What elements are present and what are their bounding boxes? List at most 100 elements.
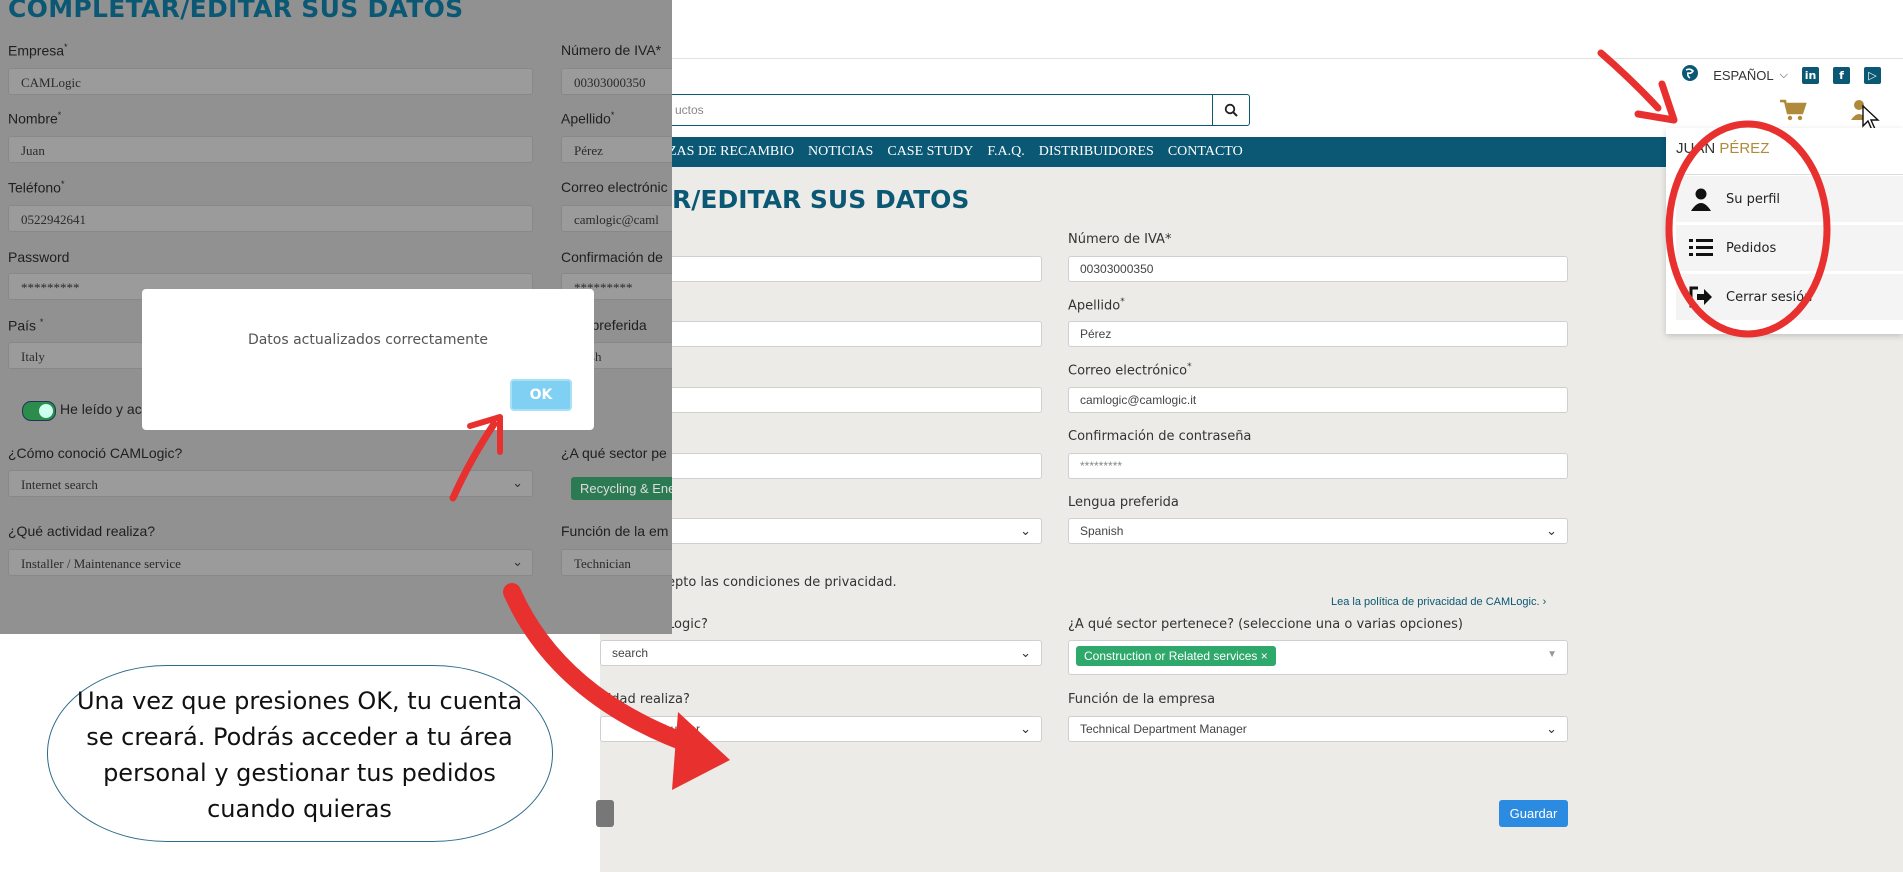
chevron-down-icon: ⌄ [1020, 523, 1031, 538]
zoom-role-label: Función de la em [561, 523, 669, 539]
logout-icon [1676, 286, 1726, 308]
divider [1676, 174, 1903, 175]
how-know-label: Logic? [667, 617, 708, 632]
zoom-confirm-label: Confirmación de [561, 249, 663, 265]
role-value: Technical Department Manager [1080, 722, 1247, 736]
zoom-howknow-label: ¿Cómo conoció CAMLogic? [8, 445, 183, 461]
privacy-toggle[interactable] [22, 401, 56, 421]
success-dialog: Datos actualizados correctamente OK [142, 289, 594, 430]
person-icon [1676, 187, 1726, 211]
email-label-text: Correo electrónico [1068, 363, 1188, 379]
user-first-name: JUAN [1676, 140, 1716, 157]
activity-select[interactable]: builder ⌄ [600, 716, 1042, 742]
zoom-company-field[interactable]: CAMLogic [8, 68, 533, 95]
sector-multiselect[interactable]: Construction or Related services × ▼ [1068, 640, 1568, 675]
success-message: Datos actualizados correctamente [247, 332, 489, 348]
zoom-activity-select[interactable]: Installer / Maintenance service ⌄ [8, 549, 533, 576]
language-label: ESPAÑOL [1713, 67, 1774, 83]
chevron-down-icon: ⌄ [1020, 645, 1031, 660]
facebook-icon[interactable]: f [1833, 66, 1850, 84]
user-last-name: PÉREZ [1719, 140, 1770, 157]
privacy-policy-link-text: Lea la política de privacidad de CAMLogi… [1331, 596, 1540, 608]
menu-item-profile[interactable]: Su perfil [1676, 176, 1903, 222]
menu-item-orders-label: Pedidos [1726, 240, 1777, 256]
zoom-company-label-text: Empresa [8, 42, 65, 59]
email-field[interactable]: camlogic@camlogic.it [1068, 387, 1568, 413]
youtube-icon[interactable]: ▷ [1864, 66, 1881, 84]
zoom-surname-field[interactable]: Pérez [561, 136, 672, 163]
chevron-down-icon: ⌄ [1546, 721, 1557, 736]
zoom-vat-field[interactable]: 00303000350 [561, 68, 672, 95]
top-links: ESPAÑOL ⌵ in f ▷ [1681, 64, 1881, 86]
search-bar [640, 94, 1250, 126]
zoom-role-select[interactable]: Technician [561, 549, 672, 576]
how-know-select[interactable]: search ⌄ [600, 640, 1042, 666]
confirm-password-field[interactable]: ********* [1068, 453, 1568, 479]
back-button[interactable] [596, 800, 614, 827]
menu-item-logout-label: Cerrar sesión [1726, 289, 1813, 305]
surname-field[interactable]: Pérez [1068, 321, 1568, 347]
nav-item-distribuidores[interactable]: DISTRIBUIDORES [1039, 144, 1154, 160]
nav-item-faq[interactable]: F.A.Q. [987, 144, 1024, 160]
zoom-password-label: Password [8, 249, 70, 265]
zoom-vat-label: Número de IVA* [561, 42, 662, 58]
nav-item-contacto[interactable]: CONTACTO [1168, 144, 1243, 160]
zoom-country-label: País * [8, 317, 44, 334]
zoom-name-field[interactable]: Juan [8, 136, 533, 163]
chevron-right-icon: › [1542, 596, 1547, 608]
cart-icon[interactable] [1778, 98, 1808, 126]
menu-item-orders[interactable]: Pedidos [1676, 225, 1903, 271]
zoom-howknow-value: Internet search [21, 477, 98, 492]
zoom-email-field[interactable]: camlogic@caml [561, 205, 672, 232]
chevron-down-icon: ⌄ [1546, 523, 1557, 538]
zoom-phone-field[interactable]: 0522942641 [8, 205, 533, 232]
save-button[interactable]: Guardar [1499, 800, 1568, 827]
nav-item-recambio[interactable]: ZAS DE RECAMBIO [668, 144, 794, 160]
language-pref-label: Lengua preferida [1068, 495, 1179, 510]
search-button[interactable] [1212, 95, 1249, 125]
role-select[interactable]: Technical Department Manager ⌄ [1068, 716, 1568, 742]
zoom-activity-value: Installer / Maintenance service [21, 556, 181, 571]
instruction-text: Una vez que presiones OK, tu cuenta se c… [76, 687, 523, 823]
zoom-name-label: Nombre* [8, 110, 62, 127]
zoom-surname-label: Apellido* [561, 110, 615, 127]
user-menu: JUAN PÉREZ Su perfil Pedidos Cerrar sesi… [1666, 128, 1903, 334]
chevron-down-icon: ⌄ [512, 475, 523, 490]
privacy-policy-link[interactable]: Lea la política de privacidad de CAMLogi… [1331, 596, 1546, 608]
linkedin-icon[interactable]: in [1802, 66, 1819, 84]
zoomed-form-overlay: COMPLETAR/EDITAR SUS DATOS Empresa* CAML… [0, 0, 672, 634]
ok-button[interactable]: OK [510, 379, 572, 411]
sector-tag[interactable]: Construction or Related services × [1076, 646, 1276, 666]
zoom-surname-label-text: Apellido [561, 110, 611, 127]
role-label: Función de la empresa [1068, 692, 1216, 707]
nav-item-noticias[interactable]: NOTICIAS [808, 144, 873, 160]
surname-label-text: Apellido [1068, 298, 1121, 314]
main-nav: ZAS DE RECAMBIO NOTICIAS CASE STUDY F.A.… [600, 137, 1720, 167]
search-icon [1224, 103, 1238, 117]
zoom-sector-label: ¿A qué sector pe [561, 445, 667, 461]
zoom-howknow-select[interactable]: Internet search ⌄ [8, 470, 533, 497]
sector-label: ¿A qué sector pertenece? (seleccione una… [1068, 617, 1463, 632]
zoom-phone-label-text: Teléfono [8, 179, 61, 196]
list-icon [1676, 238, 1726, 258]
chevron-down-icon: ⌵ [1779, 68, 1788, 81]
language-selector[interactable]: ESPAÑOL ⌵ [1713, 68, 1788, 83]
privacy-text: epto las condiciones de privacidad. [667, 575, 897, 590]
surname-label: Apellido* [1068, 297, 1125, 314]
globe-icon[interactable] [1681, 64, 1699, 86]
menu-item-logout[interactable]: Cerrar sesión [1676, 274, 1903, 320]
zoom-company-label: Empresa* [8, 42, 68, 59]
chevron-down-icon: ▼ [1547, 649, 1557, 660]
vat-label: Número de IVA* [1068, 232, 1172, 247]
activity-value: builder [664, 722, 701, 736]
vat-field[interactable]: 00303000350 [1068, 256, 1568, 282]
close-icon[interactable]: × [1261, 649, 1268, 663]
zoom-activity-label: ¿Qué actividad realiza? [8, 523, 156, 539]
email-label: Correo electrónico* [1068, 362, 1192, 379]
language-pref-select[interactable]: Spanish ⌄ [1068, 518, 1568, 544]
confirm-password-label: Confirmación de contraseña [1068, 429, 1252, 444]
menu-item-profile-label: Su perfil [1726, 191, 1781, 207]
zoom-sector-tag[interactable]: Recycling & Ene [571, 477, 672, 500]
nav-item-case-study[interactable]: CASE STUDY [887, 144, 973, 160]
search-input[interactable] [673, 95, 1207, 125]
